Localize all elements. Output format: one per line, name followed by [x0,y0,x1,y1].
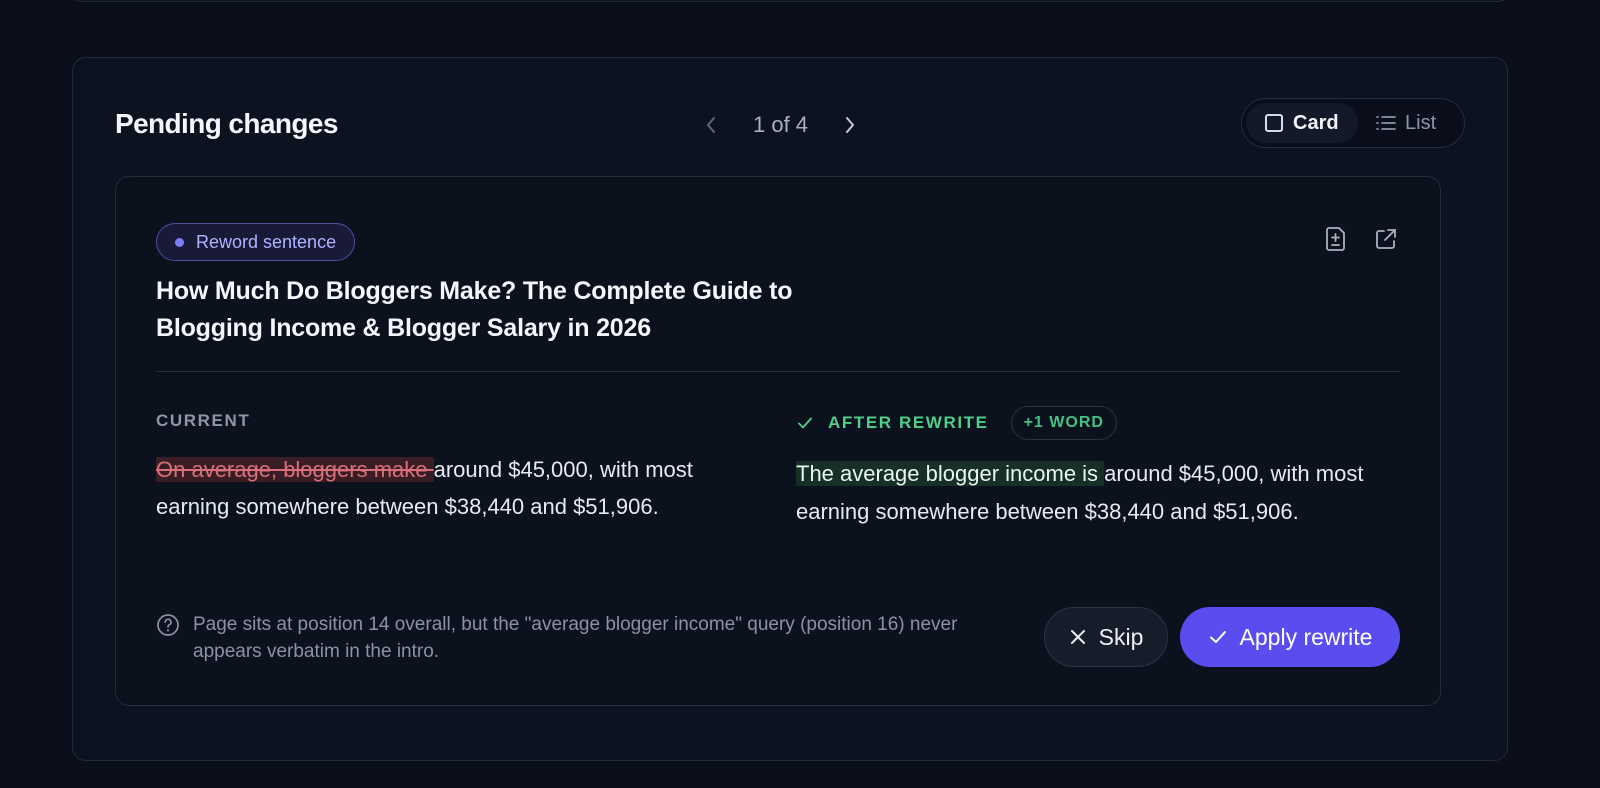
change-card: Reword sentence How Much Do Bloggers Mak… [115,176,1441,706]
open-page-button[interactable] [1372,225,1400,253]
list-view-label: List [1405,111,1437,134]
after-rewrite-header: AFTER REWRITE +1 WORD [796,406,1117,440]
pager-count: 1 of 4 [753,112,809,137]
chevron-right-icon [846,117,855,133]
word-delta-chip: +1 WORD [1010,406,1117,440]
list-icon [1376,116,1396,130]
skip-label: Skip [1098,623,1144,650]
current-text: On average, bloggers make around $45,000… [156,451,766,525]
change-type-badge: Reword sentence [156,223,356,261]
apply-rewrite-label: Apply rewrite [1239,623,1373,650]
after-text: The average blogger income is around $45… [796,455,1386,531]
card-actions [1322,225,1400,253]
pending-changes-panel: Pending changes 1 of 4 Card List Reword … [72,57,1508,761]
previous-panel-edge [72,0,1508,2]
next-change-button[interactable] [838,113,862,137]
x-icon [1070,630,1085,644]
badge-label: Reword sentence [196,231,337,252]
chevron-left-icon [707,117,715,133]
file-diff-icon [1326,227,1345,251]
question-circle-icon [157,614,179,636]
skip-button[interactable]: Skip [1044,607,1168,667]
card-view-option[interactable]: Card [1246,103,1358,143]
card-view-label: Card [1293,111,1339,134]
square-icon [1265,114,1283,132]
check-icon [1209,631,1226,643]
panel-title: Pending changes [115,108,338,139]
added-text: The average blogger income is [796,461,1105,486]
change-reason-note: Page sits at position 14 overall, but th… [156,611,1016,665]
article-title: How Much Do Bloggers Make? The Complete … [156,277,793,342]
list-view-option[interactable]: List [1358,103,1454,143]
previous-change-button[interactable] [699,113,723,137]
badge-dot [175,237,184,247]
view-toggle: Card List [1241,98,1465,148]
external-link-icon [1376,229,1396,249]
removed-text: On average, bloggers make [156,457,434,482]
change-reason-text: Page sits at position 14 overall, but th… [193,614,958,662]
check-icon [798,417,812,429]
after-rewrite-label: AFTER REWRITE [828,413,989,432]
pager: 1 of 4 [699,108,862,142]
view-diff-button[interactable] [1322,225,1350,253]
apply-rewrite-button[interactable]: Apply rewrite [1180,607,1400,667]
card-divider [156,371,1400,372]
current-label: CURRENT [156,411,251,430]
